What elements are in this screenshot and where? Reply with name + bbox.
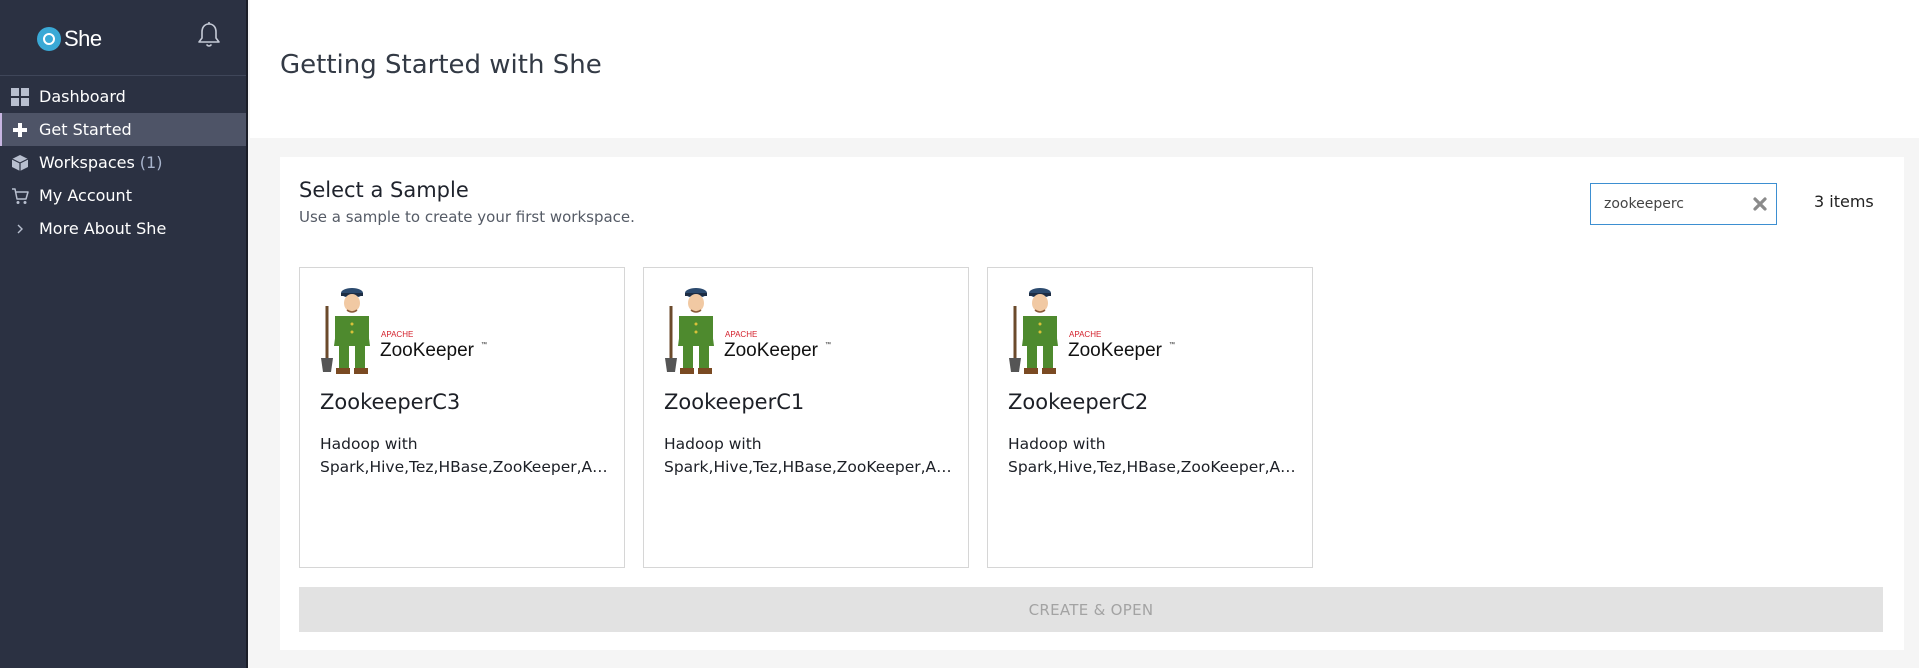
- workspace-count: (1): [139, 153, 163, 172]
- svg-text:™: ™: [1169, 341, 1175, 348]
- page-title: Getting Started with She: [280, 50, 602, 80]
- svg-text:APACHE: APACHE: [381, 330, 413, 339]
- plus-icon: [11, 121, 29, 139]
- sidebar-nav: Dashboard Get Started Workspaces (1) My …: [0, 80, 246, 245]
- svg-text:™: ™: [481, 341, 487, 348]
- sidebar-item-label: My Account: [39, 186, 132, 205]
- svg-text:ZooKeeper: ZooKeeper: [380, 340, 475, 361]
- zookeeper-logo-icon: APACHE ZooKeeper ™: [321, 288, 487, 374]
- zookeeper-logo-icon: APACHE ZooKeeper ™: [1009, 288, 1175, 374]
- sidebar-item-label: Get Started: [39, 120, 132, 139]
- svg-text:™: ™: [825, 341, 831, 348]
- sidebar-item-get-started[interactable]: Get Started: [0, 113, 246, 146]
- sample-card-list: APACHE ZooKeeper ™ ZookeeperC3 Hadoop wi…: [299, 267, 1331, 568]
- card-title: ZookeeperC3: [320, 390, 461, 414]
- clear-search-icon[interactable]: [1752, 196, 1768, 212]
- card-description: Hadoop with Spark,Hive,Tez,HBase,ZooKeep…: [664, 435, 954, 476]
- sidebar-item-more-about[interactable]: More About She: [0, 212, 246, 245]
- sample-card[interactable]: APACHE ZooKeeper ™ ZookeeperC1 Hadoop wi…: [643, 267, 969, 568]
- svg-text:APACHE: APACHE: [1069, 330, 1101, 339]
- svg-text:ZooKeeper: ZooKeeper: [724, 340, 819, 361]
- sidebar-item-label: Workspaces: [39, 153, 135, 172]
- card-description: Hadoop with Spark,Hive,Tez,HBase,ZooKeep…: [1008, 435, 1298, 476]
- sidebar-item-dashboard[interactable]: Dashboard: [0, 80, 246, 113]
- brand-name: She: [64, 26, 102, 51]
- svg-text:ZooKeeper: ZooKeeper: [1068, 340, 1163, 361]
- sidebar-item-label: More About She: [39, 219, 167, 238]
- sample-card[interactable]: APACHE ZooKeeper ™ ZookeeperC3 Hadoop wi…: [299, 267, 625, 568]
- card-title: ZookeeperC1: [664, 390, 805, 414]
- item-count: 3 items: [1814, 192, 1874, 211]
- card-description: Hadoop with Spark,Hive,Tez,HBase,ZooKeep…: [320, 435, 610, 476]
- create-open-button[interactable]: CREATE & OPEN: [299, 587, 1883, 632]
- dashboard-grid-icon: [11, 87, 29, 106]
- sample-panel: Select a Sample Use a sample to create y…: [280, 157, 1904, 650]
- search-input[interactable]: [1591, 184, 1741, 224]
- bell-icon[interactable]: [196, 21, 222, 49]
- card-title: ZookeeperC2: [1008, 390, 1149, 414]
- cube-icon: [11, 154, 29, 172]
- svg-text:APACHE: APACHE: [725, 330, 757, 339]
- zookeeper-logo-icon: APACHE ZooKeeper ™: [665, 288, 831, 374]
- sample-card[interactable]: APACHE ZooKeeper ™ ZookeeperC2 Hadoop wi…: [987, 267, 1313, 568]
- search-box: [1590, 183, 1777, 225]
- section-subtitle: Use a sample to create your first worksp…: [299, 208, 635, 226]
- sidebar-item-my-account[interactable]: My Account: [0, 179, 246, 212]
- page-header: Getting Started with She: [250, 0, 1919, 138]
- chevron-right-icon: [11, 220, 29, 238]
- sidebar-divider: [0, 75, 246, 76]
- she-logo-icon: [37, 27, 61, 51]
- sidebar: She Dashboard Get Started Workspaces (1): [0, 0, 248, 668]
- section-title: Select a Sample: [299, 178, 469, 202]
- sidebar-item-workspaces[interactable]: Workspaces (1): [0, 146, 246, 179]
- cart-icon: [11, 187, 29, 205]
- sidebar-item-label: Dashboard: [39, 87, 126, 106]
- brand-logo[interactable]: She: [37, 26, 102, 52]
